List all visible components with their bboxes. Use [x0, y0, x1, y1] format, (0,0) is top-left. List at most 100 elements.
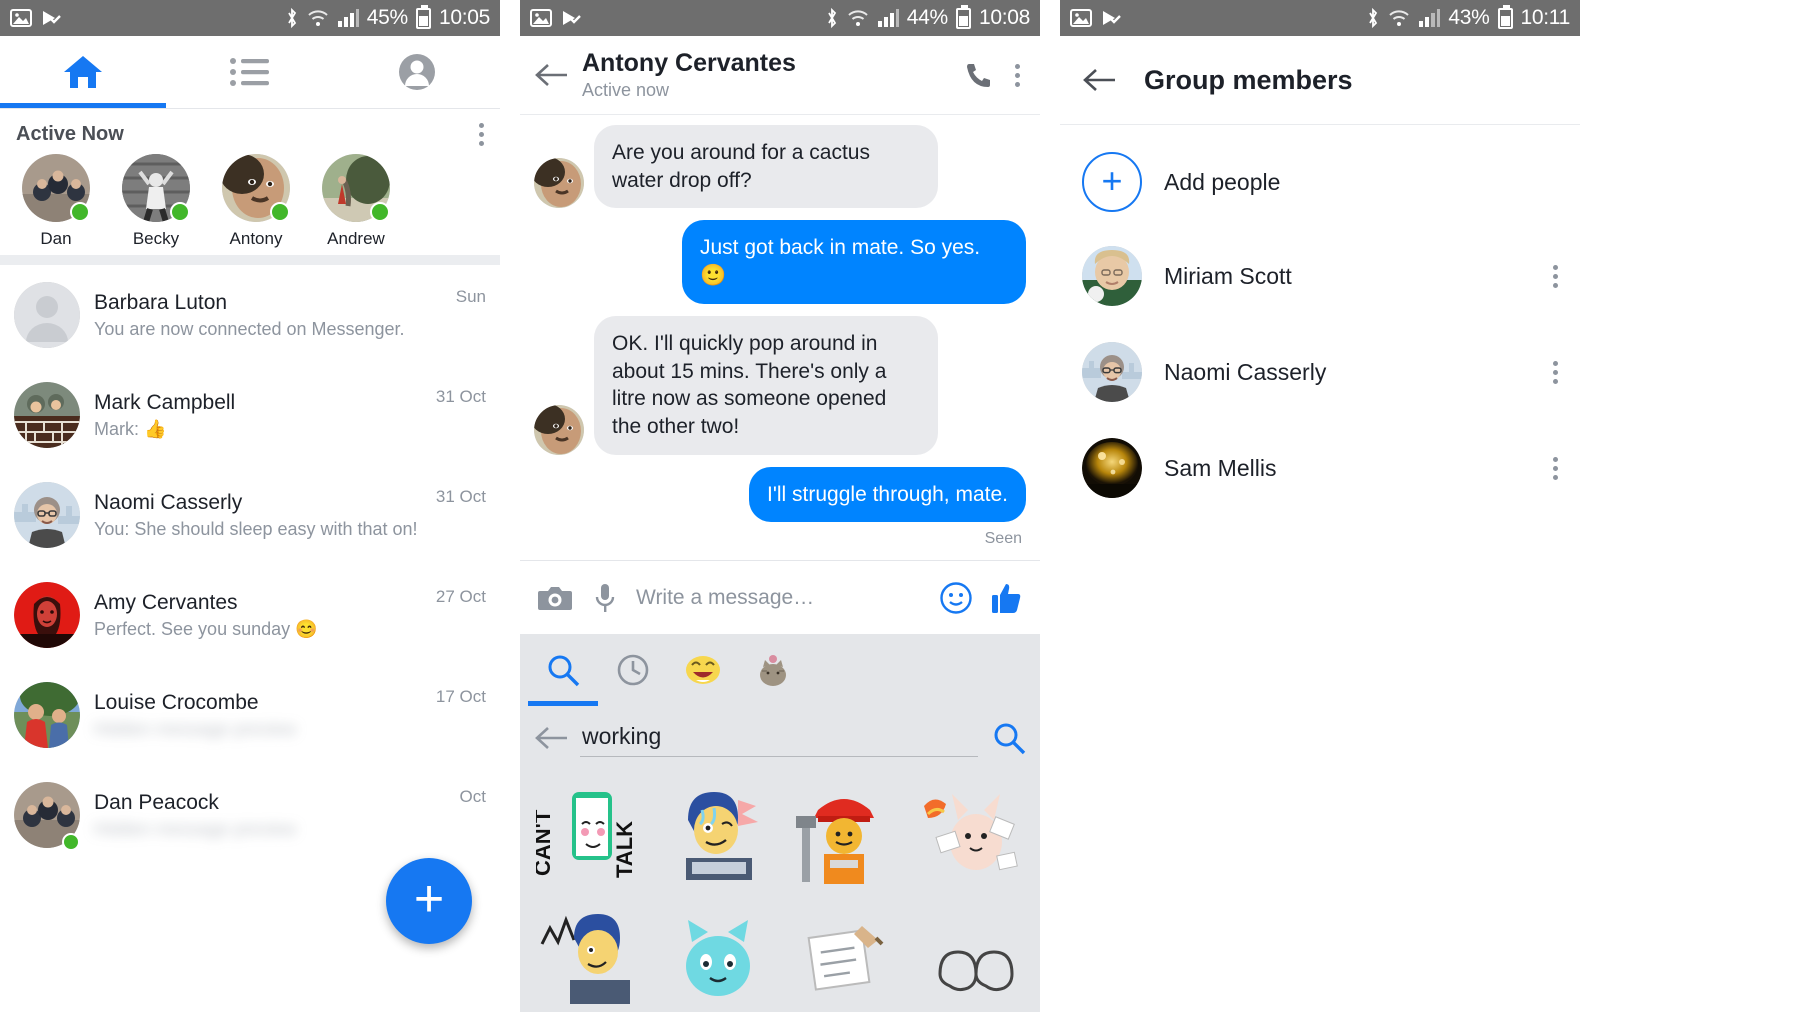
conversation-row[interactable]: Barbara Luton You are now connected on M…: [0, 265, 500, 365]
active-person-dan[interactable]: Dan: [6, 154, 106, 249]
list-icon: [230, 58, 269, 86]
sticker-panel: working CAN'T TALK: [520, 634, 1040, 1012]
group-members-header: Group members: [1060, 36, 1580, 124]
sticker-tab-pusheen[interactable]: [738, 634, 808, 706]
conversation-snippet: You: She should sleep easy with that on!: [94, 519, 418, 540]
sticker-tab-bar: [520, 634, 1040, 707]
tab-chats[interactable]: [167, 36, 334, 108]
active-person-antony[interactable]: Antony: [206, 154, 306, 249]
active-person-becky[interactable]: Becky: [106, 154, 206, 249]
sticker-item[interactable]: [782, 900, 904, 1012]
battery-icon: [415, 4, 431, 29]
sticker-item[interactable]: [656, 900, 778, 1012]
conversation-row[interactable]: Mark Campbell Mark: 👍 31 Oct: [0, 365, 500, 465]
member-name: Naomi Casserly: [1164, 358, 1327, 385]
sticker-tab-emoji[interactable]: [668, 634, 738, 706]
avatar: [1082, 246, 1142, 306]
active-now-header: Active Now: [0, 123, 500, 154]
avatar: [1082, 342, 1142, 402]
tab-people[interactable]: [333, 36, 500, 108]
member-name: Sam Mellis: [1164, 454, 1277, 481]
overflow-menu-icon[interactable]: [1553, 360, 1558, 384]
online-dot: [170, 202, 190, 222]
avatar: [14, 582, 80, 648]
wifi-icon: [1389, 10, 1410, 26]
microphone-icon[interactable]: [594, 583, 616, 613]
sticker-item[interactable]: CAN'T TALK: [530, 776, 652, 896]
conversation-snippet: Perfect. See you sunday 😊: [94, 619, 318, 640]
svg-text:TALK: TALK: [612, 821, 637, 878]
sticker-tab-recent[interactable]: [598, 634, 668, 706]
battery-percent: 45%: [366, 6, 408, 29]
section-divider: [0, 255, 500, 265]
message-bubble[interactable]: I'll struggle through, mate.: [749, 466, 1026, 523]
member-row[interactable]: Sam Mellis: [1060, 429, 1580, 507]
overflow-menu-icon[interactable]: [1553, 264, 1558, 288]
new-message-fab[interactable]: +: [386, 858, 472, 944]
active-person-name: Dan: [40, 229, 72, 248]
avatar: [14, 382, 80, 448]
conversation-time: 31 Oct: [435, 387, 486, 406]
emoji-icon[interactable]: [940, 582, 972, 614]
photo-icon: [1070, 9, 1092, 27]
conversation-row[interactable]: Amy Cervantes Perfect. See you sunday 😊 …: [0, 565, 500, 665]
search-icon[interactable]: [992, 721, 1026, 755]
conversation-row[interactable]: Dan Peacock Hidden message preview Oct: [0, 765, 500, 865]
online-dot: [370, 202, 390, 222]
conversation-snippet: Hidden message preview: [94, 719, 297, 740]
camera-icon[interactable]: [538, 584, 572, 612]
overflow-menu-icon[interactable]: [1553, 456, 1558, 480]
conversation-snippet: Hidden message preview: [94, 819, 297, 840]
sticker-tab-indicator: [528, 701, 598, 707]
back-arrow-icon[interactable]: [534, 725, 568, 751]
tab-home[interactable]: [0, 36, 167, 108]
sticker-item[interactable]: [530, 900, 652, 1012]
plus-icon: +: [413, 870, 445, 928]
panel-gap: [1040, 0, 1060, 1012]
back-arrow-icon[interactable]: [534, 62, 568, 88]
conversation-time: 27 Oct: [435, 587, 486, 606]
conversation-row[interactable]: Louise Crocombe Hidden message preview 1…: [0, 665, 500, 765]
message-row-incoming: OK. I'll quickly pop around in about 15 …: [534, 315, 1026, 455]
message-input[interactable]: Write a message…: [636, 586, 814, 610]
phone-icon[interactable]: [963, 61, 991, 89]
search-icon: [548, 655, 580, 687]
overflow-menu-icon[interactable]: [479, 123, 484, 146]
home-icon: [64, 56, 103, 88]
sticker-tab-search[interactable]: [528, 634, 598, 706]
overflow-menu-icon[interactable]: [1015, 63, 1020, 87]
tab-bar: [0, 36, 500, 108]
sticker-item[interactable]: [908, 776, 1030, 896]
conversation-name: Amy Cervantes: [94, 590, 238, 614]
sticker-item[interactable]: [656, 776, 778, 896]
sticker-results-grid: CAN'T TALK: [520, 770, 1040, 1012]
back-arrow-icon[interactable]: [1082, 67, 1116, 93]
conversation-time: 31 Oct: [435, 487, 486, 506]
sticker-item[interactable]: [782, 776, 904, 896]
member-row[interactable]: Naomi Casserly: [1060, 333, 1580, 411]
message-list: Are you around for a cactus water drop o…: [520, 115, 1040, 561]
cell-signal-icon: [337, 9, 359, 27]
clock-time: 10:11: [1520, 6, 1571, 29]
member-row[interactable]: Miriam Scott: [1060, 237, 1580, 315]
online-dot: [270, 202, 290, 222]
play-badge-icon: [43, 11, 61, 25]
conversation-snippet: You are now connected on Messenger.: [94, 319, 405, 340]
tab-indicator: [0, 103, 166, 108]
person-icon: [398, 54, 435, 90]
status-bar: 45% 10:05: [0, 0, 500, 36]
message-bubble[interactable]: OK. I'll quickly pop around in about 15 …: [594, 315, 938, 455]
conversation-row[interactable]: Naomi Casserly You: She should sleep eas…: [0, 465, 500, 565]
message-bubble[interactable]: Are you around for a cactus water drop o…: [594, 125, 938, 209]
add-people-label: Add people: [1164, 168, 1281, 195]
sticker-search-input[interactable]: working: [580, 719, 978, 758]
active-person-andrew[interactable]: Andrew: [306, 154, 406, 249]
sticker-item[interactable]: [908, 900, 1030, 1012]
add-people-row[interactable]: + Add people: [1060, 143, 1580, 221]
conversation-name: Mark Campbell: [94, 390, 236, 414]
photo-icon: [530, 9, 552, 27]
pusheen-cat-icon: [760, 655, 786, 687]
laughing-emoji-icon: [686, 656, 720, 685]
message-bubble[interactable]: Just got back in mate. So yes. 🙂: [682, 220, 1026, 304]
thumbs-up-icon[interactable]: [992, 582, 1022, 614]
